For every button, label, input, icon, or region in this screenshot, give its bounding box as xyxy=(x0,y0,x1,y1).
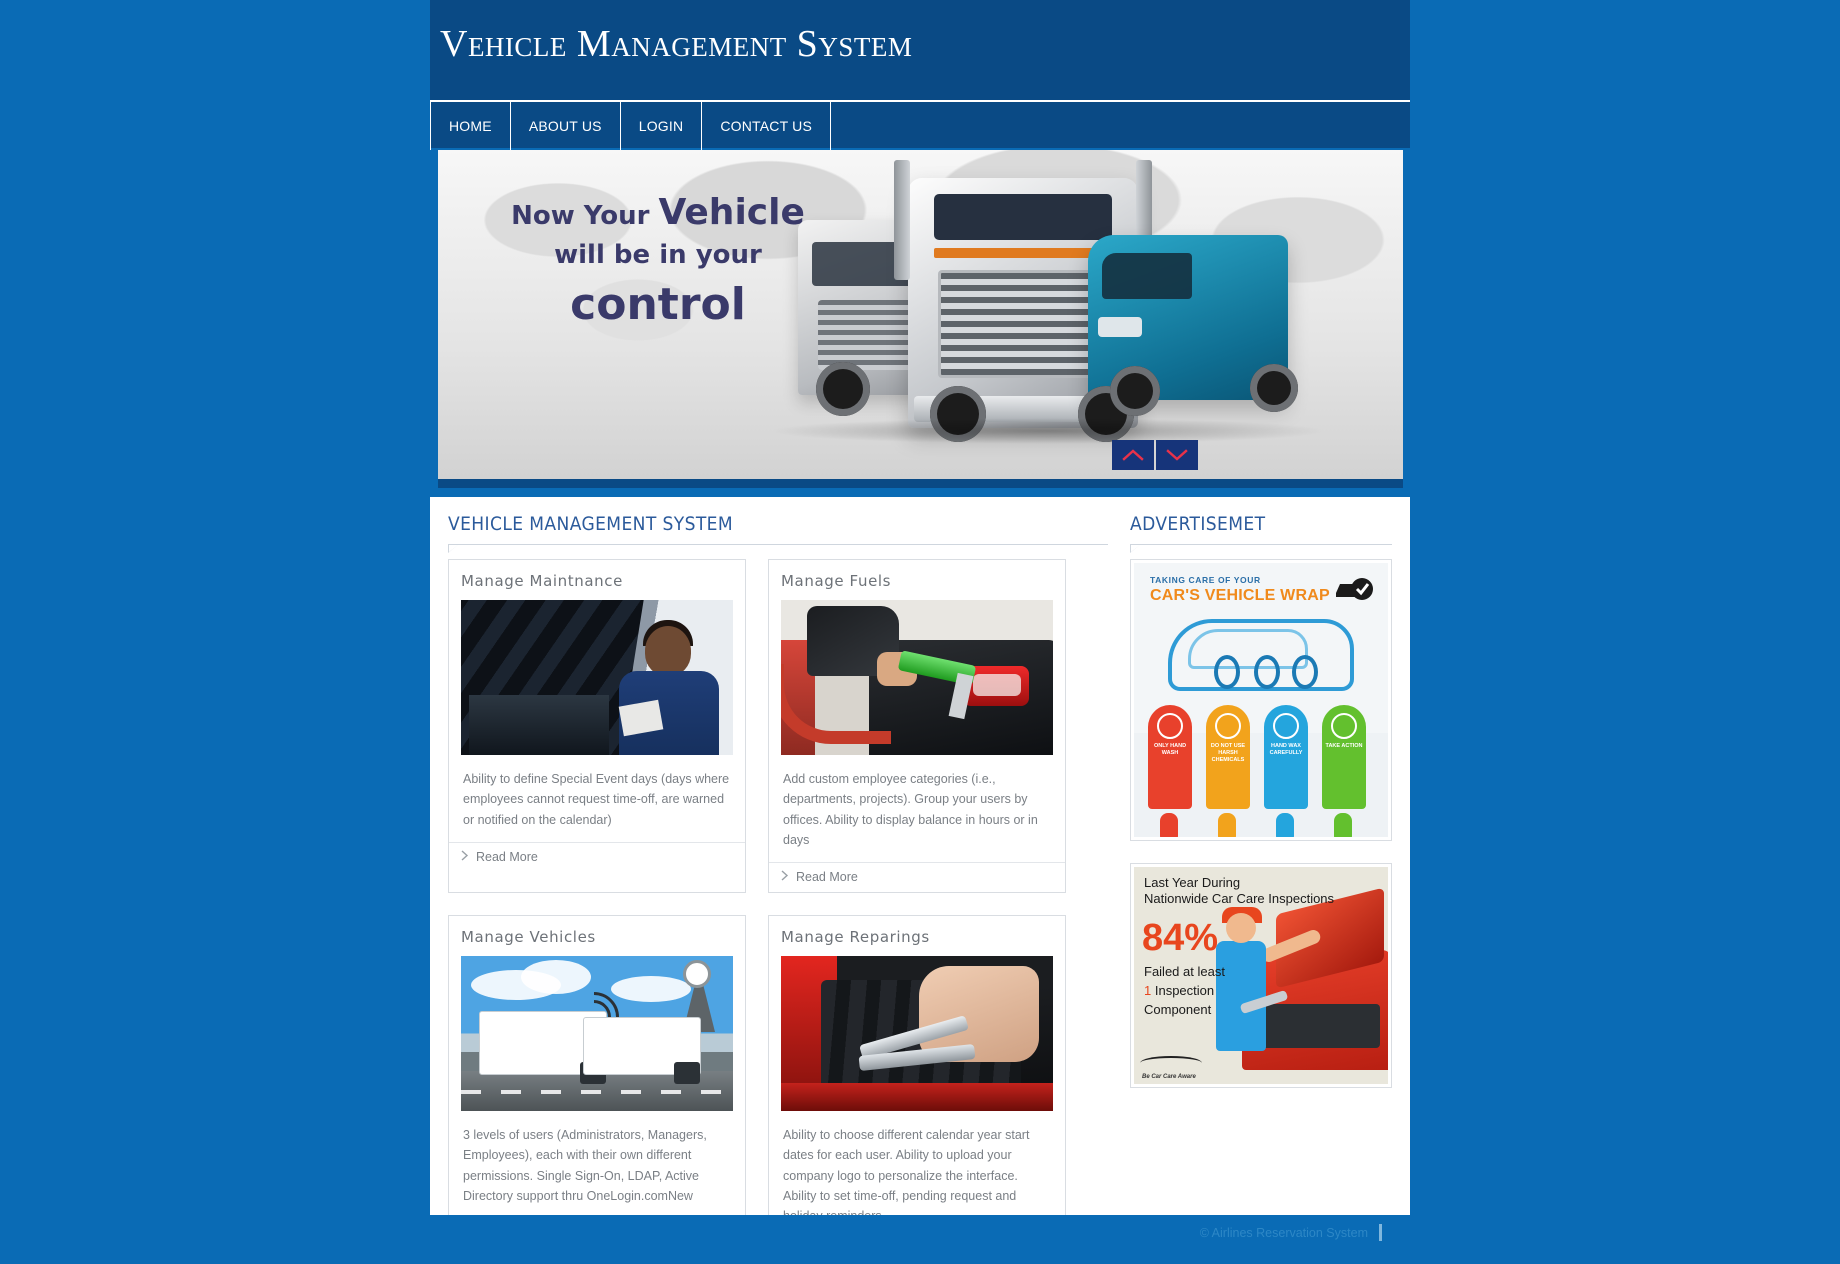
content-area: VEHICLE MANAGEMENT SYSTEM Manage Maintna… xyxy=(430,497,1410,1264)
card-title: Manage Vehicles xyxy=(461,928,596,946)
card-title: Manage Maintnance xyxy=(461,572,623,590)
read-more-label: Read More xyxy=(476,849,538,864)
read-more-link[interactable]: Read More xyxy=(769,862,1065,892)
slider-prev-button[interactable] xyxy=(1112,440,1154,470)
feature-card[interactable]: Manage Vehicles 3 levels of users (Admin… xyxy=(448,915,746,1264)
nav-item-contact-us[interactable]: CONTACT US xyxy=(702,102,832,150)
car-care-logo-icon xyxy=(1140,1056,1202,1070)
footer-copyright: © Airlines Reservation System xyxy=(1199,1226,1368,1240)
advertisement-slot[interactable]: Last Year During Nationwide Car Care Insp… xyxy=(1130,863,1392,1088)
ad-headline: Last Year During Nationwide Car Care Insp… xyxy=(1144,875,1335,907)
wheel-graphic xyxy=(816,362,870,416)
card-description: Add custom employee categories (i.e., de… xyxy=(783,772,1038,847)
card-thumbnail-maintenance xyxy=(461,600,733,755)
primary-navigation: HOME ABOUT US LOGIN CONTACT US xyxy=(430,100,1410,150)
section-divider xyxy=(1130,544,1392,553)
page-root: Vehicle Management System HOME ABOUT US … xyxy=(0,0,1840,1264)
card-title: Manage Reparings xyxy=(781,928,930,946)
ad-image-car-care-stat: Last Year During Nationwide Car Care Insp… xyxy=(1134,867,1388,1084)
chevron-right-icon xyxy=(781,870,789,884)
ad-tip-title: ONLY HAND WASH xyxy=(1153,743,1187,756)
ad-tip-title: TAKE ACTION xyxy=(1325,743,1363,749)
hero-line-1: Now Your Vehicle xyxy=(511,192,805,233)
wheel-graphic xyxy=(1250,364,1298,412)
hero-slider[interactable]: Now Your Vehicle will be in your control xyxy=(438,150,1403,488)
site-title: Vehicle Management System xyxy=(440,23,913,65)
main-section-heading: VEHICLE MANAGEMENT SYSTEM xyxy=(448,513,734,535)
main-column: VEHICLE MANAGEMENT SYSTEM Manage Maintna… xyxy=(448,513,1108,1264)
ad-eyebrow: TAKING CARE OF YOUR xyxy=(1150,575,1261,585)
chevron-up-icon xyxy=(1122,448,1144,462)
card-description: Ability to define Special Event days (da… xyxy=(463,772,730,827)
ad-tip-title: HAND WAX CAREFULLY xyxy=(1269,743,1303,756)
hero-line-3: control xyxy=(570,279,746,331)
card-thumbnail-reparings xyxy=(781,956,1053,1111)
ad-logo-text: Be Car Care Aware xyxy=(1142,1074,1196,1080)
nav-item-about-us[interactable]: ABOUT US xyxy=(511,102,621,150)
pointing-hands-graphic xyxy=(1134,813,1388,837)
hero-slide-text: Now Your Vehicle will be in your control xyxy=(478,192,838,331)
ad-tip-card: TAKE ACTION xyxy=(1322,705,1366,809)
ad-image-vehicle-wrap: TAKING CARE OF YOUR CAR'S VEHICLE WRAP O… xyxy=(1134,563,1388,837)
nav-item-login[interactable]: LOGIN xyxy=(621,102,703,150)
ad-tip-card: DO NOT USE HARSH CHEMICALS xyxy=(1206,705,1250,809)
chevron-right-icon xyxy=(461,850,469,864)
card-title: Manage Fuels xyxy=(781,572,892,590)
card-thumbnail-fuels xyxy=(781,600,1053,755)
footer-divider xyxy=(1379,1224,1382,1241)
nav-item-home[interactable]: HOME xyxy=(430,102,511,150)
feature-card[interactable]: Manage Fuels Add custom employee categor… xyxy=(768,559,1066,893)
read-more-link[interactable]: Read More xyxy=(449,841,745,872)
page-footer: © Airlines Reservation System xyxy=(430,1215,1410,1264)
ad-headline: CAR'S VEHICLE WRAP xyxy=(1150,587,1330,604)
ad-percent-stat: 84% xyxy=(1142,917,1219,959)
sidebar-section-heading: ADVERTISEMET xyxy=(1130,513,1266,535)
slider-controls xyxy=(1112,440,1198,470)
wheel-graphic xyxy=(1110,366,1160,416)
advertisement-slot[interactable]: TAKING CARE OF YOUR CAR'S VEHICLE WRAP O… xyxy=(1130,559,1392,841)
hero-line-2: will be in your xyxy=(554,240,762,271)
card-description: 3 levels of users (Administrators, Manag… xyxy=(463,1128,707,1203)
nav-list: HOME ABOUT US LOGIN CONTACT US xyxy=(430,102,832,150)
ad-tip-card: ONLY HAND WASH xyxy=(1148,705,1192,809)
ad-tip-card: HAND WAX CAREFULLY xyxy=(1264,705,1308,809)
chevron-down-icon xyxy=(1166,448,1188,462)
card-thumbnail-vehicles xyxy=(461,956,733,1111)
ad-subtext: Failed at least 1 Inspection Component xyxy=(1144,964,1225,1017)
ad-tip-title: DO NOT USE HARSH CHEMICALS xyxy=(1210,743,1246,763)
read-more-label: Read More xyxy=(796,870,858,884)
section-divider xyxy=(448,544,1108,553)
slider-next-button[interactable] xyxy=(1156,440,1198,470)
feature-card[interactable]: Manage Maintnance Ability to define Spec… xyxy=(448,559,746,893)
feature-card[interactable]: Manage Reparings Ability to choose diffe… xyxy=(768,915,1066,1264)
feature-card-grid: Manage Maintnance Ability to define Spec… xyxy=(448,559,1108,1264)
car-check-badge-icon xyxy=(1334,573,1374,603)
advertisement-column: ADVERTISEMET TAKING CARE OF YOUR CAR'S V… xyxy=(1130,513,1392,1110)
vehicle-shadow xyxy=(768,418,1328,444)
